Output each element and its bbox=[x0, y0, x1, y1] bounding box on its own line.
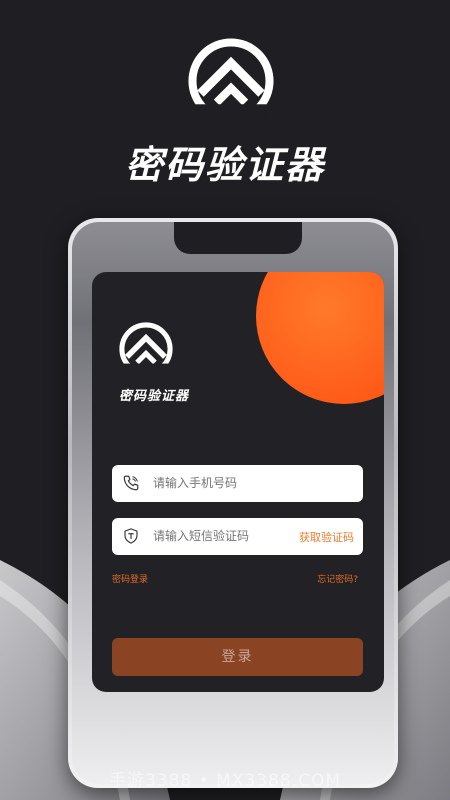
phone-frame: 密码验证器 获取验证码 密码登录 忘记密码? 登录 bbox=[72, 222, 394, 784]
phone-input[interactable] bbox=[153, 476, 293, 490]
forgot-password-link[interactable]: 忘记密码? bbox=[317, 572, 358, 585]
phone-notch bbox=[174, 222, 302, 254]
stacked-chevron-logo-icon bbox=[188, 38, 274, 124]
code-input-box[interactable]: 获取验证码 bbox=[112, 518, 363, 555]
phone-input-box[interactable] bbox=[112, 465, 363, 502]
app-name: 密码验证器 bbox=[119, 389, 190, 404]
phone-mockup: 密码验证器 获取验证码 密码登录 忘记密码? 登录 bbox=[68, 218, 398, 788]
decorative-orange-circle bbox=[256, 272, 384, 404]
sms-code-input[interactable] bbox=[153, 529, 293, 543]
login-button[interactable]: 登录 bbox=[112, 638, 363, 676]
hero-title: 密码验证器 bbox=[124, 143, 325, 187]
shield-icon bbox=[124, 528, 138, 544]
watermark: 手游3388 • MX3388.COM bbox=[109, 771, 341, 791]
phone-icon bbox=[123, 475, 139, 491]
password-login-link[interactable]: 密码登录 bbox=[112, 572, 148, 585]
stacked-chevron-logo-icon bbox=[119, 322, 173, 376]
app-screen: 密码验证器 获取验证码 密码登录 忘记密码? 登录 bbox=[92, 272, 384, 692]
get-code-button[interactable]: 获取验证码 bbox=[299, 529, 354, 545]
